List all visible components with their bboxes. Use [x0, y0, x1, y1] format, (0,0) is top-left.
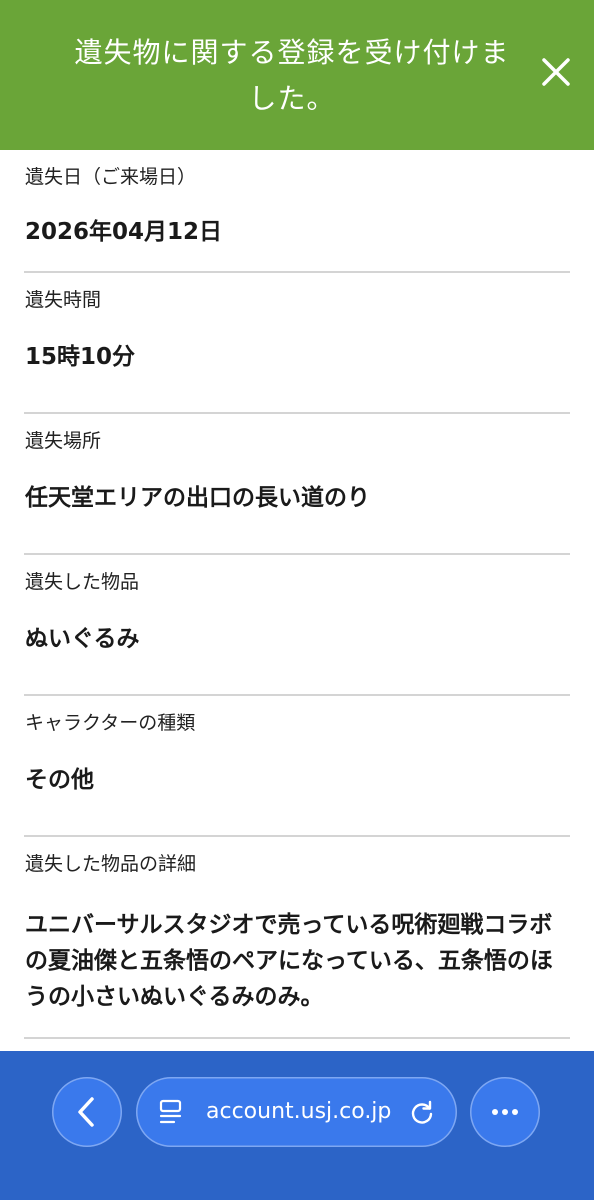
field-lost-date: 遺失日（ご来場日） 2026年04月12日 — [24, 150, 570, 273]
field-character-type: キャラクターの種類 その他 — [24, 696, 570, 837]
more-button[interactable] — [470, 1077, 540, 1147]
field-value: ユニバーサルスタジオで売っている呪術廻戦コラボの夏油傑と五条悟のペアになっている… — [25, 912, 553, 1010]
field-value: その他 — [25, 767, 94, 793]
back-button[interactable] — [52, 1077, 122, 1147]
field-value: 2026年04月12日 — [25, 219, 223, 245]
details-list: 遺失日（ご来場日） 2026年04月12日 遺失時間 15時10分 遺失場所 任… — [0, 150, 594, 1039]
confirmation-banner: 遺失物に関する登録を受け付けました。 — [0, 0, 594, 150]
close-button[interactable] — [534, 50, 578, 94]
more-icon — [492, 1109, 518, 1115]
close-icon — [542, 58, 570, 86]
field-label: 遺失日（ご来場日） — [25, 166, 197, 188]
reload-icon[interactable] — [408, 1098, 436, 1126]
banner-message: 遺失物に関する登録を受け付けました。 — [74, 36, 510, 115]
page: 遺失物に関する登録を受け付けました。 遺失日（ご来場日） 2026年04月12日… — [0, 0, 594, 1200]
field-item-details: 遺失した物品の詳細 ユニバーサルスタジオで売っている呪術廻戦コラボの夏油傑と五条… — [24, 837, 570, 1039]
field-value: ぬいぐるみ — [25, 626, 140, 652]
field-label: 遺失場所 — [25, 430, 102, 452]
field-value: 任天堂エリアの出口の長い道のり — [25, 485, 370, 511]
field-label: キャラクターの種類 — [25, 712, 196, 734]
field-label: 遺失した物品 — [25, 571, 140, 593]
field-label: 遺失時間 — [25, 289, 102, 311]
browser-toolbar: account.usj.co.jp — [0, 1051, 594, 1200]
address-bar[interactable]: account.usj.co.jp — [136, 1077, 457, 1147]
url-text[interactable]: account.usj.co.jp — [206, 1099, 391, 1125]
field-lost-place: 遺失場所 任天堂エリアの出口の長い道のり — [24, 414, 570, 555]
field-label: 遺失した物品の詳細 — [25, 853, 197, 875]
field-value: 15時10分 — [25, 344, 136, 370]
field-lost-time: 遺失時間 15時10分 — [24, 273, 570, 414]
chevron-left-icon — [78, 1097, 94, 1127]
field-lost-item: 遺失した物品 ぬいぐるみ — [24, 555, 570, 696]
tabs-icon[interactable] — [158, 1099, 184, 1125]
